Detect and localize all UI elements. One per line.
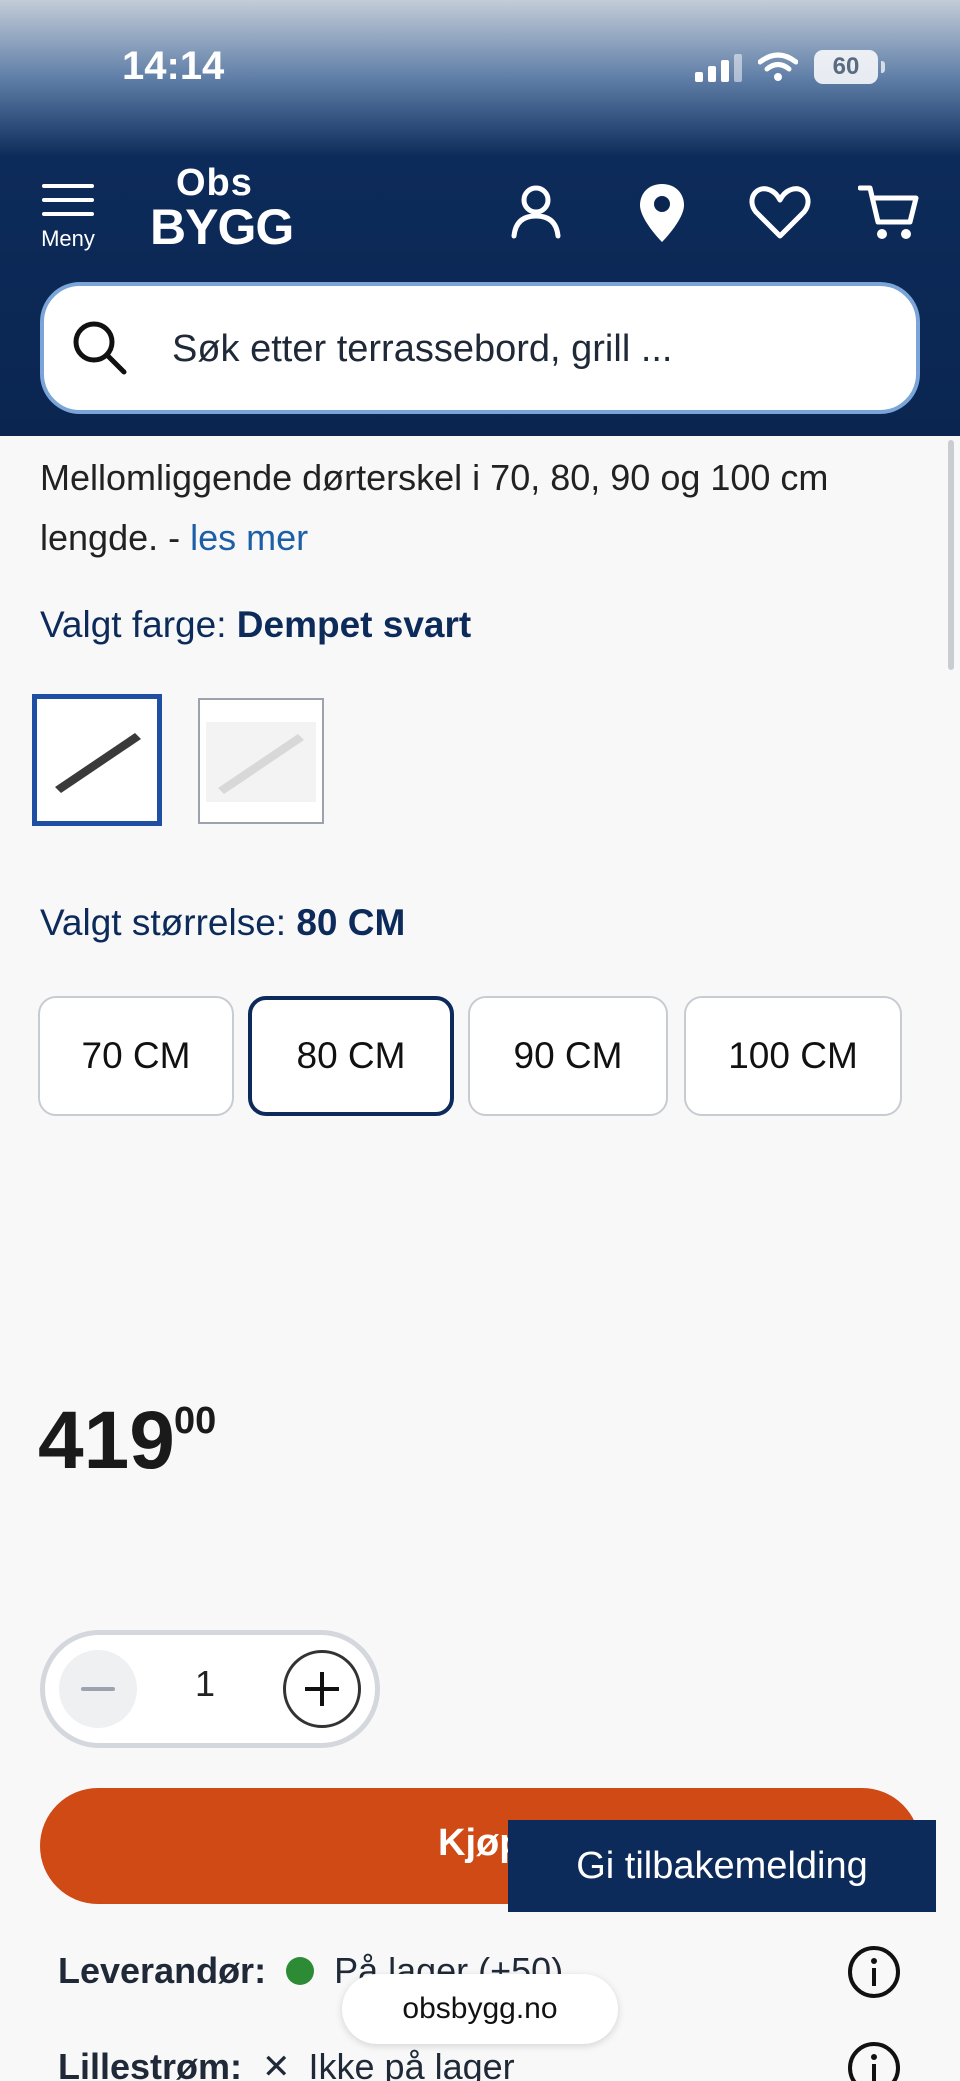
not-in-stock-x-icon: ✕ [262, 2048, 291, 2081]
heart-icon[interactable] [748, 180, 812, 244]
threshold-silver-image [206, 722, 316, 802]
size-option-80[interactable]: 80 CM [248, 996, 454, 1116]
status-icons: 60 [695, 50, 885, 84]
quantity-stepper: 1 [40, 1630, 380, 1748]
minus-icon [81, 1687, 115, 1691]
selected-size-label: Valgt størrelse: 80 CM [40, 902, 406, 943]
obs-bygg-logo[interactable]: Obs BYGG [150, 164, 294, 252]
size-option-100[interactable]: 100 CM [684, 996, 902, 1116]
cellular-signal-icon [695, 52, 742, 82]
menu-button[interactable]: Meny [32, 178, 104, 258]
product-description: Mellomliggende dørterskel i 70, 80, 90 o… [40, 448, 920, 568]
status-time: 14:14 [122, 44, 225, 88]
price: 419 00 [38, 1394, 216, 1488]
search-input[interactable]: Søk etter terrassebord, grill ... [172, 328, 673, 371]
info-icon[interactable] [846, 2040, 902, 2081]
increase-quantity-button[interactable] [283, 1650, 361, 1728]
site-header: 14:14 60 Meny Obs BYGG Søk etter terrass… [0, 0, 960, 436]
size-option-90[interactable]: 90 CM [468, 996, 668, 1116]
quantity-value[interactable]: 1 [195, 1663, 215, 1705]
supplier-label: Leverandør: [58, 1950, 267, 1991]
info-icon[interactable] [846, 1944, 902, 2000]
description-text: Mellomliggende dørterskel i 70, 80, 90 o… [40, 457, 829, 558]
color-swatch-black[interactable] [32, 694, 162, 826]
scrollbar[interactable] [948, 440, 954, 670]
search-icon [73, 321, 127, 375]
hamburger-icon [32, 184, 104, 216]
read-more-link[interactable]: les mer [190, 517, 308, 558]
selected-color-label: Valgt farge: Dempet svart [40, 604, 472, 645]
price-decimals: 00 [174, 1400, 217, 1442]
in-stock-dot-icon [286, 1957, 315, 1985]
color-swatch-aluminium[interactable] [198, 698, 324, 824]
search-bar[interactable]: Søk etter terrassebord, grill ... [40, 282, 920, 414]
menu-label: Meny [41, 226, 95, 251]
size-option-70[interactable]: 70 CM [38, 996, 234, 1116]
store-label: Lillestrøm: [58, 2046, 243, 2081]
selected-size-value: 80 CM [296, 902, 406, 943]
selected-color-value: Dempet svart [236, 604, 472, 645]
store-status: Ikke på lager [308, 2046, 515, 2081]
decrease-quantity-button[interactable] [59, 1650, 137, 1728]
store-stock-row: Lillestrøm: ✕ Ikke på lager [58, 2046, 515, 2081]
wifi-icon [758, 52, 798, 81]
cart-icon[interactable] [858, 180, 922, 244]
location-pin-icon[interactable] [630, 180, 694, 244]
threshold-black-image [55, 733, 141, 793]
price-main: 419 [38, 1395, 175, 1486]
feedback-button[interactable]: Gi tilbakemelding [508, 1820, 936, 1912]
battery-icon: 60 [814, 50, 885, 84]
browser-url-pill[interactable]: obsbygg.no [342, 1974, 618, 2044]
account-icon[interactable] [504, 180, 568, 244]
